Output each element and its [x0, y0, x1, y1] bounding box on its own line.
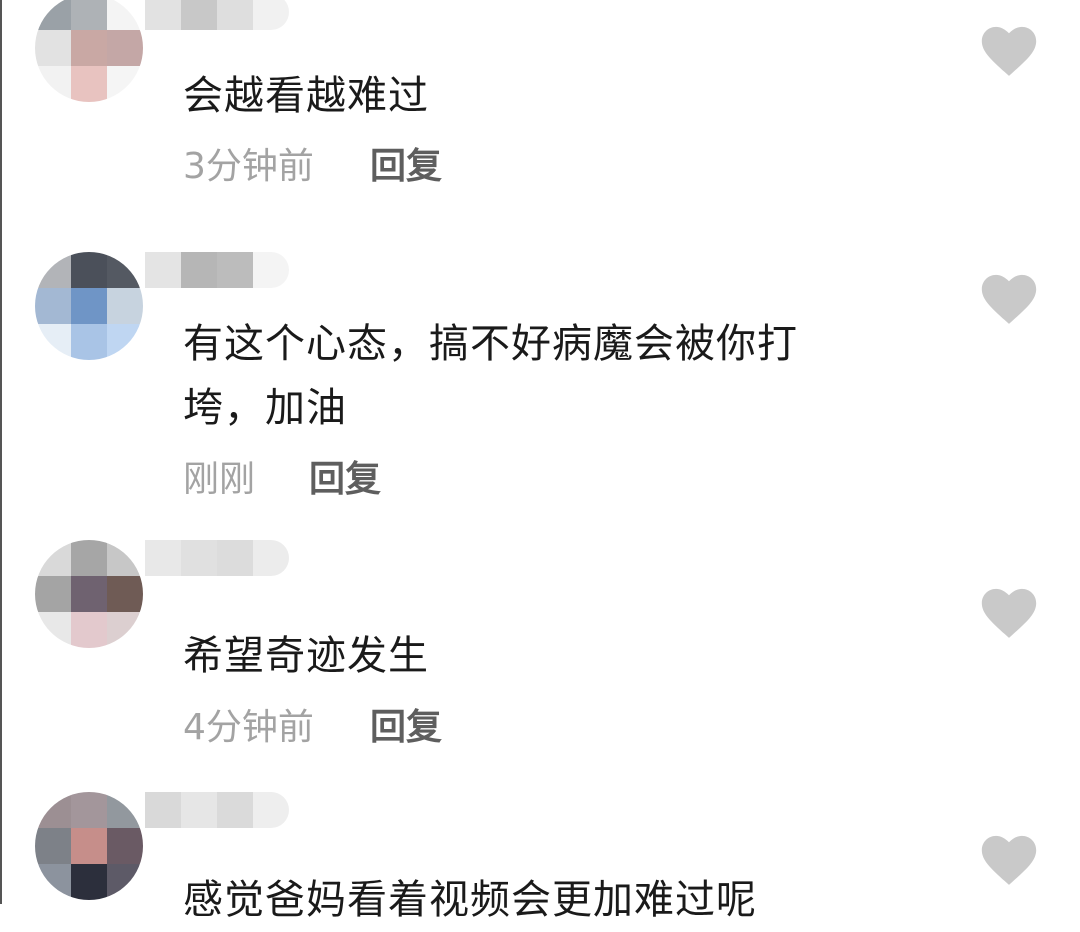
mosaic-block — [145, 0, 181, 30]
reply-button[interactable]: 回复 — [370, 706, 442, 750]
mosaic-block — [71, 792, 107, 828]
username-blurred[interactable] — [145, 792, 289, 828]
mosaic-block — [217, 0, 253, 30]
avatar[interactable] — [35, 792, 143, 900]
mosaic-block — [71, 576, 107, 612]
mosaic-block — [35, 792, 71, 828]
mosaic-block — [107, 252, 143, 288]
mosaic-block — [35, 864, 71, 900]
avatar[interactable] — [35, 0, 143, 102]
comment-text: 希望奇迹发生 — [183, 633, 429, 679]
comment-text: 有这个心态，搞不好病魔会被你打垮，加油 — [183, 321, 798, 431]
mosaic-block — [107, 324, 143, 360]
mosaic-block — [107, 30, 143, 66]
mosaic-block — [107, 828, 143, 864]
mosaic-block — [35, 30, 71, 66]
mosaic-block — [107, 864, 143, 900]
avatar[interactable] — [35, 252, 143, 360]
username-blurred[interactable] — [145, 252, 289, 288]
reply-button[interactable]: 回复 — [309, 458, 381, 502]
mosaic-block — [107, 576, 143, 612]
heart-icon[interactable] — [980, 834, 1038, 886]
mosaic-block — [35, 828, 71, 864]
mosaic-block — [71, 0, 107, 30]
mosaic-block — [253, 540, 289, 576]
mosaic-block — [71, 66, 107, 102]
mosaic-block — [35, 576, 71, 612]
mosaic-block — [107, 288, 143, 324]
heart-icon[interactable] — [980, 25, 1038, 77]
reply-button[interactable]: 回复 — [370, 145, 442, 189]
mosaic-block — [181, 540, 217, 576]
username-blurred[interactable] — [145, 0, 289, 30]
mosaic-block — [71, 252, 107, 288]
mosaic-block — [35, 324, 71, 360]
mosaic-block — [107, 612, 143, 648]
mosaic-block — [107, 66, 143, 102]
comment-text: 会越看越难过 — [183, 73, 429, 119]
mosaic-block — [35, 252, 71, 288]
comment-time: 4分钟前 — [183, 707, 314, 748]
mosaic-block — [217, 540, 253, 576]
screen-edge — [0, 0, 2, 904]
mosaic-block — [107, 792, 143, 828]
mosaic-block — [145, 540, 181, 576]
mosaic-block — [107, 540, 143, 576]
mosaic-block — [71, 288, 107, 324]
comment-time: 3分钟前 — [183, 146, 314, 187]
mosaic-block — [71, 828, 107, 864]
mosaic-block — [35, 540, 71, 576]
mosaic-block — [217, 792, 253, 828]
avatar[interactable] — [35, 540, 143, 648]
mosaic-block — [253, 0, 289, 30]
mosaic-block — [181, 792, 217, 828]
mosaic-block — [35, 0, 71, 30]
comment-text: 感觉爸妈看着视频会更加难过呢 — [183, 877, 757, 923]
heart-icon[interactable] — [980, 273, 1038, 325]
username-blurred[interactable] — [145, 540, 289, 576]
comment-time: 刚刚 — [183, 459, 256, 500]
mosaic-block — [145, 252, 181, 288]
mosaic-block — [71, 612, 107, 648]
mosaic-block — [107, 0, 143, 30]
mosaic-block — [35, 288, 71, 324]
heart-icon[interactable] — [980, 587, 1038, 639]
mosaic-block — [181, 0, 217, 30]
mosaic-block — [145, 792, 181, 828]
mosaic-block — [71, 324, 107, 360]
mosaic-block — [253, 792, 289, 828]
mosaic-block — [253, 252, 289, 288]
mosaic-block — [71, 540, 107, 576]
mosaic-block — [71, 30, 107, 66]
mosaic-block — [35, 66, 71, 102]
mosaic-block — [71, 864, 107, 900]
mosaic-block — [217, 252, 253, 288]
mosaic-block — [181, 252, 217, 288]
mosaic-block — [35, 612, 71, 648]
